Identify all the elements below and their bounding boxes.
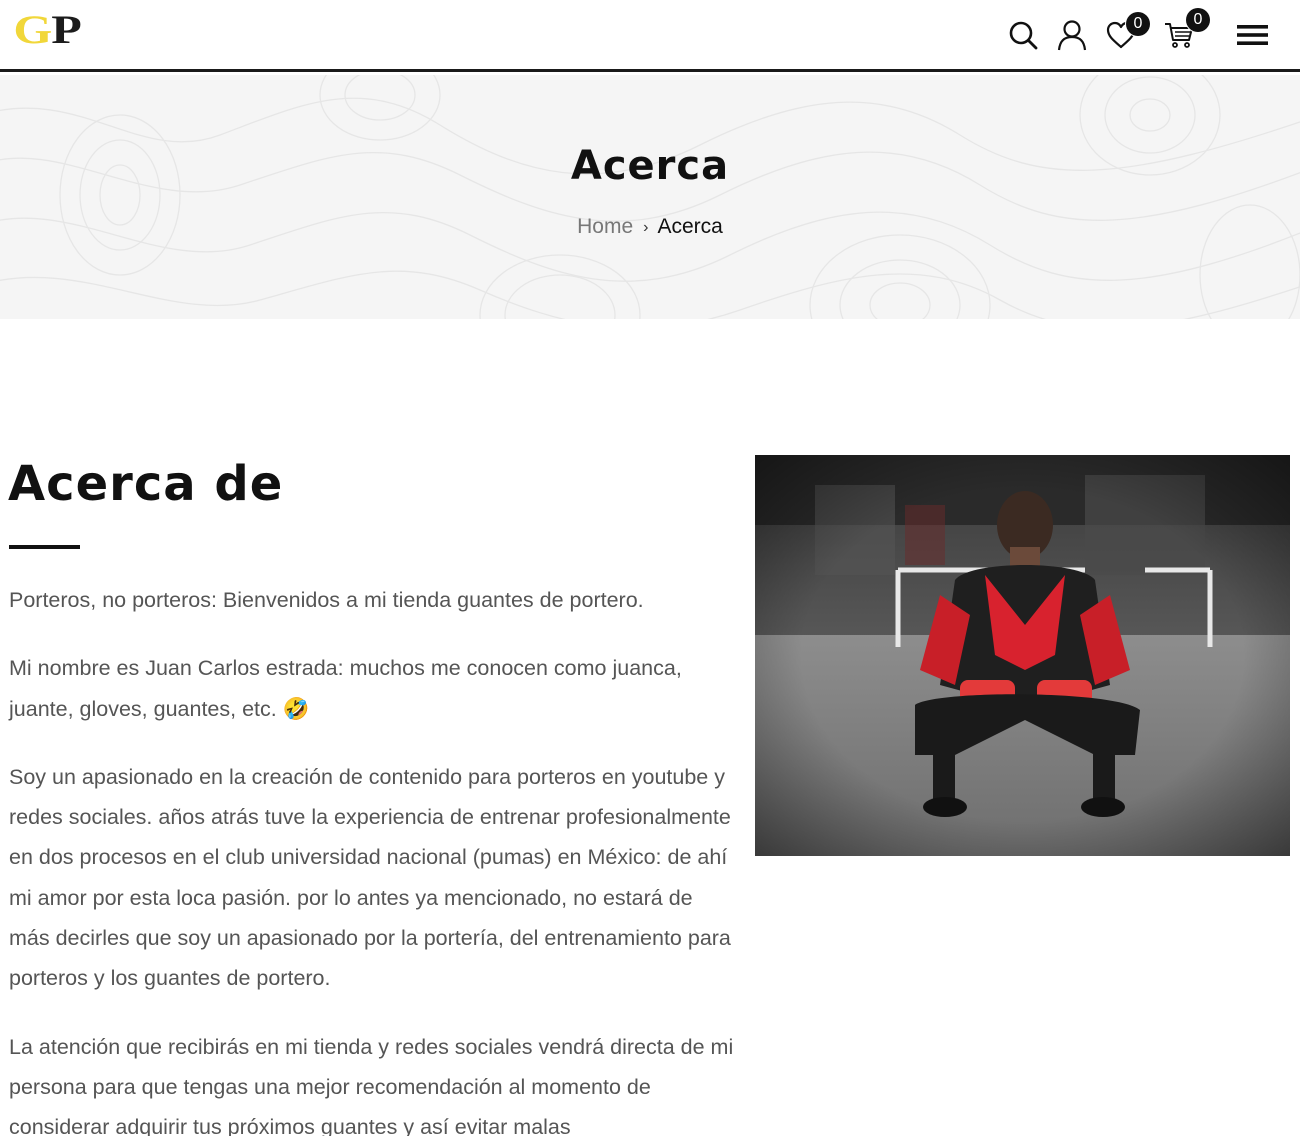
breadcrumb-home-link[interactable]: Home	[577, 215, 633, 239]
page-title: Acerca	[570, 143, 730, 189]
about-text: Porteros, no porteros: Bienvenidos a mi …	[9, 580, 739, 1136]
about-paragraph: Mi nombre es Juan Carlos estrada: muchos…	[9, 656, 682, 721]
wishlist-button[interactable]: 0	[1104, 12, 1150, 52]
search-button[interactable]	[1006, 18, 1040, 52]
user-icon	[1057, 20, 1087, 51]
site-header: GP 0 0	[0, 0, 1300, 72]
page-banner: Acerca Home › Acerca	[0, 75, 1300, 319]
menu-icon	[1237, 25, 1268, 45]
site-logo[interactable]: GP	[13, 10, 82, 50]
account-button[interactable]	[1055, 18, 1089, 52]
cart-count-badge: 0	[1186, 8, 1210, 32]
cart-button[interactable]: 0	[1162, 8, 1210, 52]
about-paragraph: Soy un apasionado en la creación de cont…	[9, 764, 731, 991]
menu-button[interactable]	[1235, 18, 1269, 52]
search-icon	[1009, 21, 1038, 50]
about-heading: Acerca de	[8, 456, 284, 512]
about-paragraph: Porteros, no porteros: Bienvenidos a mi …	[9, 588, 644, 612]
wishlist-count-badge: 0	[1126, 12, 1150, 36]
goalkeeper-photo	[755, 455, 1290, 856]
about-paragraph: La atención que recibirás en mi tienda y…	[9, 1034, 734, 1136]
chevron-right-icon: ›	[643, 219, 649, 236]
breadcrumb-current: Acerca	[657, 215, 723, 238]
topographic-pattern	[0, 75, 1300, 319]
breadcrumb: Home › Acerca	[0, 215, 1300, 239]
heading-underline	[9, 545, 80, 549]
